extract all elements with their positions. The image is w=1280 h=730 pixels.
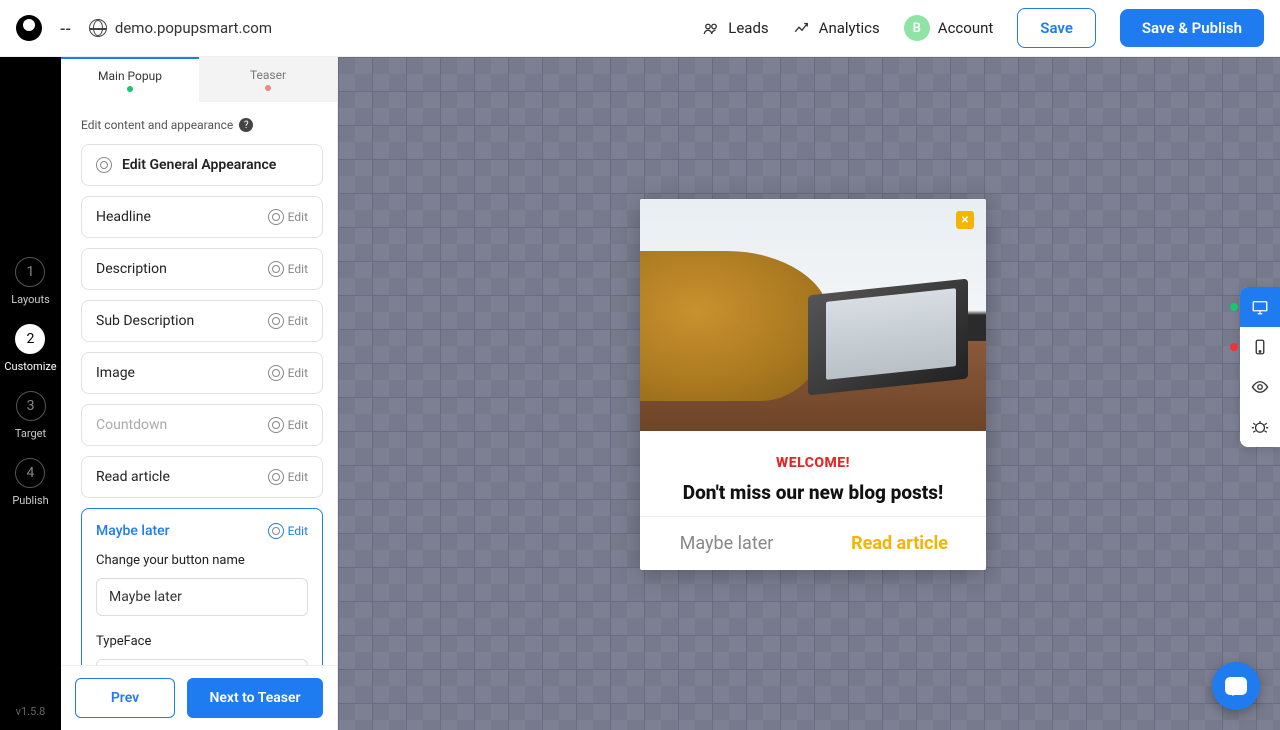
eye-icon	[1251, 378, 1269, 396]
gear-icon	[268, 469, 284, 485]
topbar: -- demo.popupsmart.com Leads Analytics B…	[0, 0, 1280, 57]
visibility-toggle[interactable]	[1240, 367, 1280, 407]
step-customize[interactable]: 2 Customize	[4, 324, 56, 373]
typeface-label: TypeFace	[96, 634, 308, 649]
globe-icon	[89, 19, 107, 37]
step-layouts[interactable]: 1 Layouts	[11, 257, 50, 306]
popup-image: ×	[640, 199, 986, 431]
row-maybe-later-expanded: Maybe later Edit Change your button name…	[81, 508, 323, 665]
expanded-title: Maybe later	[96, 523, 170, 539]
button-name-input[interactable]	[96, 578, 308, 616]
account-avatar: B	[904, 15, 930, 41]
leads-icon	[702, 19, 720, 37]
nav-leads-label: Leads	[728, 19, 768, 37]
app-logo[interactable]	[16, 15, 42, 41]
preview-popup: × WELCOME! Don't miss our new blog posts…	[640, 199, 986, 570]
popup-close-button[interactable]: ×	[956, 211, 974, 229]
debug-button[interactable]	[1240, 407, 1280, 447]
edit-read-article[interactable]: Edit	[268, 469, 308, 485]
nav-leads[interactable]: Leads	[702, 19, 768, 37]
step-nav: 1 Layouts 2 Customize 3 Target 4 Publish…	[0, 57, 61, 730]
gear-icon	[268, 523, 284, 539]
gear-icon	[268, 209, 284, 225]
edit-maybe-later[interactable]: Edit	[268, 523, 308, 539]
row-general-appearance[interactable]: Edit General Appearance	[81, 144, 323, 186]
popup-maybe-later-button[interactable]: Maybe later	[640, 517, 813, 570]
tab-main-popup[interactable]: Main Popup	[61, 57, 199, 102]
chat-button[interactable]	[1212, 662, 1260, 710]
button-name-label: Change your button name	[96, 553, 308, 568]
gear-icon	[268, 365, 284, 381]
popup-headline: Don't miss our new blog posts!	[658, 481, 968, 504]
breadcrumb-dashes: --	[60, 19, 71, 38]
row-read-article[interactable]: Read article Edit	[81, 456, 323, 498]
nav-analytics[interactable]: Analytics	[793, 19, 880, 37]
device-toolbar	[1240, 287, 1280, 447]
popup-welcome: WELCOME!	[658, 455, 968, 471]
tab-teaser[interactable]: Teaser	[199, 57, 337, 102]
edit-headline[interactable]: Edit	[268, 209, 308, 225]
gear-icon	[268, 261, 284, 277]
panel-scroll[interactable]: Edit content and appearance ? Edit Gener…	[61, 102, 337, 665]
analytics-icon	[793, 19, 811, 37]
help-icon[interactable]: ?	[239, 118, 253, 132]
site-url-text: demo.popupsmart.com	[115, 19, 272, 37]
canvas[interactable]: × WELCOME! Don't miss our new blog posts…	[338, 57, 1280, 730]
status-dot-green	[1230, 303, 1238, 311]
row-countdown[interactable]: Countdown Edit	[81, 404, 323, 446]
save-publish-button[interactable]: Save & Publish	[1120, 9, 1264, 47]
step-target[interactable]: 3 Target	[15, 391, 46, 440]
row-description[interactable]: Description Edit	[81, 248, 323, 290]
row-image[interactable]: Image Edit	[81, 352, 323, 394]
row-headline[interactable]: Headline Edit	[81, 196, 323, 238]
prev-button[interactable]: Prev	[75, 678, 175, 718]
step-publish[interactable]: 4 Publish	[12, 458, 48, 507]
mobile-icon	[1251, 338, 1269, 356]
popup-read-article-button[interactable]: Read article	[813, 517, 986, 570]
version-label: v1.5.8	[16, 705, 46, 718]
next-button[interactable]: Next to Teaser	[187, 678, 323, 718]
edit-sub-description[interactable]: Edit	[268, 313, 308, 329]
nav-account[interactable]: B Account	[904, 15, 994, 41]
nav-analytics-label: Analytics	[819, 19, 880, 37]
nav-account-label: Account	[938, 19, 994, 37]
section-title: Edit content and appearance ?	[81, 118, 323, 132]
desktop-icon	[1251, 298, 1269, 316]
gear-icon	[268, 417, 284, 433]
chat-icon	[1225, 677, 1247, 695]
edit-description[interactable]: Edit	[268, 261, 308, 277]
bug-icon	[1251, 418, 1269, 436]
customize-panel: Main Popup Teaser Edit content and appea…	[61, 57, 338, 730]
gear-icon	[96, 157, 112, 173]
edit-countdown[interactable]: Edit	[268, 417, 308, 433]
gear-icon	[268, 313, 284, 329]
site-url[interactable]: demo.popupsmart.com	[89, 19, 272, 37]
mobile-preview-button[interactable]	[1240, 327, 1280, 367]
desktop-preview-button[interactable]	[1240, 287, 1280, 327]
save-button[interactable]: Save	[1017, 8, 1096, 48]
row-sub-description[interactable]: Sub Description Edit	[81, 300, 323, 342]
status-dot-red	[1230, 343, 1238, 351]
edit-image[interactable]: Edit	[268, 365, 308, 381]
